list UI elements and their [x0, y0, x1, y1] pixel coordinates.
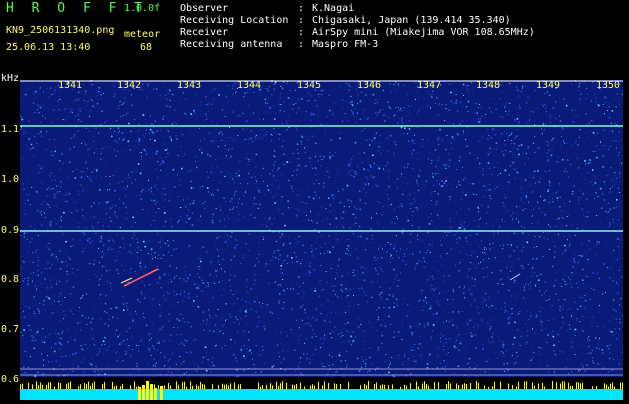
x-tick-label: 1350 [596, 80, 620, 91]
meteor-echo-small [510, 274, 520, 280]
y-tick-label: 1.0 [1, 174, 19, 185]
spectrogram-canvas [20, 80, 623, 377]
activity-bar-canvas [20, 377, 623, 400]
version-label: 1.0.0f [124, 3, 160, 14]
activity-bar [20, 377, 623, 400]
filename-label: KN9_2506131340.png [6, 25, 114, 36]
info-value: Chigasaki, Japan (139.414 35.340) [312, 15, 511, 26]
timestamp-label: 25.06.13 13:40 [6, 42, 90, 53]
info-value: Maspro FM-3 [312, 39, 378, 50]
meteor-count-value: 68 [140, 42, 152, 53]
info-separator: : [298, 3, 312, 14]
info-separator: : [298, 15, 312, 26]
y-tick-label: 0.9 [1, 225, 19, 236]
info-separator: : [298, 39, 312, 50]
y-axis-unit: kHz [1, 73, 19, 84]
x-tick-label: 1345 [297, 80, 321, 91]
x-tick-label: 1341 [58, 80, 82, 91]
y-tick-label: 0.7 [1, 324, 19, 335]
x-tick-label: 1342 [117, 80, 141, 91]
spectrogram [20, 80, 623, 377]
meteor-count-label: meteor [124, 29, 160, 40]
info-value: AirSpy mini (Miakejima VOR 108.65MHz) [312, 27, 535, 38]
info-row-antenna: Receiving antenna:Maspro FM-3 [180, 39, 378, 50]
info-key: Observer [180, 3, 298, 14]
x-tick-label: 1348 [476, 80, 500, 91]
x-tick-label: 1346 [357, 80, 381, 91]
x-tick-label: 1343 [177, 80, 201, 91]
info-key: Receiving antenna [180, 39, 298, 50]
info-row-receiver: Receiver:AirSpy mini (Miakejima VOR 108.… [180, 27, 535, 38]
info-row-location: Receiving Location:Chigasaki, Japan (139… [180, 15, 511, 26]
y-tick-label: 1.1 [1, 124, 19, 135]
info-key: Receiving Location [180, 15, 298, 26]
y-tick-label: 0.8 [1, 274, 19, 285]
info-value: K.Nagai [312, 3, 354, 14]
info-row-observer: Observer:K.Nagai [180, 3, 354, 14]
info-separator: : [298, 27, 312, 38]
x-tick-label: 1347 [417, 80, 441, 91]
x-tick-label: 1349 [536, 80, 560, 91]
y-tick-label: 0.6 [1, 374, 19, 385]
meteor-echo-streak [124, 269, 158, 286]
info-key: Receiver [180, 27, 298, 38]
x-tick-label: 1344 [237, 80, 261, 91]
